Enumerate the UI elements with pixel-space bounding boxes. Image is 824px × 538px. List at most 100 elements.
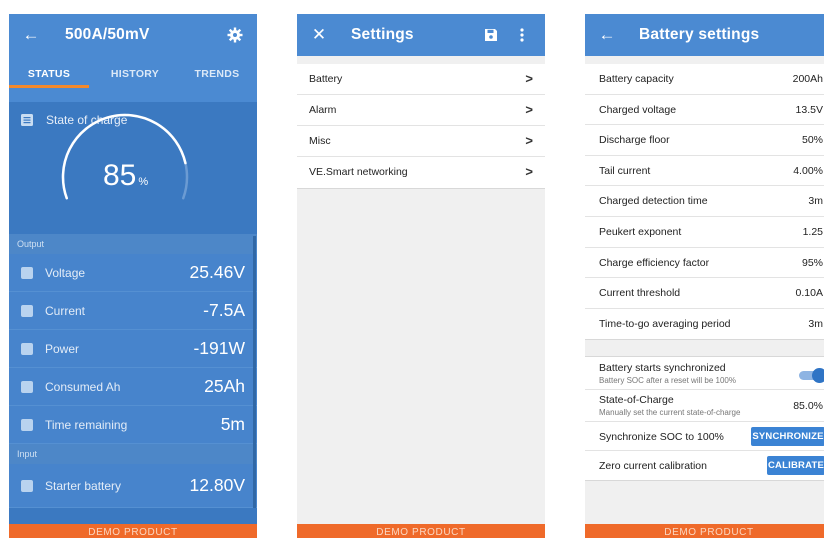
more-options-icon[interactable] <box>515 25 529 45</box>
setting-charged-voltage[interactable]: Charged voltage 13.5V <box>585 95 824 126</box>
row-value: -191W <box>193 338 245 358</box>
settings-list: Battery > Alarm > Misc > VE.Smart networ… <box>297 64 545 189</box>
battery-settings-title: Battery settings <box>639 26 760 43</box>
setting-discharge-floor[interactable]: Discharge floor 50% <box>585 125 824 156</box>
calibrate-button[interactable]: CALIBRATE <box>767 456 824 475</box>
save-icon[interactable] <box>481 25 501 45</box>
setting-value: 50% <box>801 134 823 147</box>
setting-label: Synchronize SOC to 100% <box>599 431 724 443</box>
back-arrow-icon[interactable]: ← <box>597 25 617 45</box>
setting-label: Current threshold <box>599 287 681 300</box>
setting-zero-current-calibration: Zero current calibration CALIBRATE <box>585 451 824 480</box>
input-row-starter-battery[interactable]: Starter battery 12.80V <box>9 464 257 508</box>
output-section-header: Output <box>9 234 257 254</box>
row-label: Power <box>45 342 80 356</box>
setting-synchronize-soc: Synchronize SOC to 100% SYNCHRONIZE <box>585 422 824 451</box>
gear-icon[interactable] <box>225 25 245 45</box>
settings-item-label: Misc <box>309 135 331 147</box>
setting-label: Charged detection time <box>599 195 708 208</box>
chevron-right-icon: > <box>525 71 533 86</box>
output-row-power[interactable]: Power -191W <box>9 330 257 368</box>
battery-settings-screen: ← Battery settings Battery capacity 200A… <box>585 14 824 538</box>
setting-state-of-charge[interactable]: State-of-Charge Manually set the current… <box>585 390 824 422</box>
row-value: 25Ah <box>204 376 245 396</box>
setting-value: 3m <box>808 317 823 330</box>
setting-label: State-of-Charge <box>599 394 674 406</box>
setting-charged-detection-time[interactable]: Charged detection time 3m <box>585 186 824 217</box>
demo-product-bar: DEMO PRODUCT <box>297 524 545 538</box>
settings-item-misc[interactable]: Misc > <box>297 126 545 157</box>
sync-toggle-knob[interactable] <box>812 368 824 383</box>
status-tabs: STATUS HISTORY TRENDS <box>9 64 257 96</box>
setting-label: Battery capacity <box>599 73 674 85</box>
settings-item-label: VE.Smart networking <box>309 166 408 178</box>
setting-charge-efficiency-factor[interactable]: Charge efficiency factor 95% <box>585 248 824 279</box>
tab-history[interactable]: HISTORY <box>107 64 163 84</box>
setting-value: 4.00% <box>793 164 823 177</box>
demo-product-bar: DEMO PRODUCT <box>585 524 824 538</box>
row-label: Starter battery <box>45 479 122 493</box>
back-arrow-icon[interactable]: ← <box>21 25 41 45</box>
row-label: Current <box>45 304 86 318</box>
synchronize-button[interactable]: SYNCHRONIZE <box>751 427 824 446</box>
setting-tail-current[interactable]: Tail current 4.00% <box>585 156 824 187</box>
setting-value: 85.0% <box>793 400 823 412</box>
settings-title: Settings <box>351 26 414 43</box>
setting-battery-capacity[interactable]: Battery capacity 200Ah <box>585 64 824 95</box>
output-row-current[interactable]: Current -7.5A <box>9 292 257 330</box>
setting-battery-starts-synchronized[interactable]: Battery starts synchronized Battery SOC … <box>585 357 824 390</box>
soc-value: 85% <box>103 159 148 193</box>
setting-label: Tail current <box>599 164 651 177</box>
scrollbar[interactable] <box>253 236 256 508</box>
settings-item-battery[interactable]: Battery > <box>297 64 545 95</box>
settings-item-label: Battery <box>309 73 343 85</box>
setting-value: 3m <box>808 195 823 208</box>
output-row-voltage[interactable]: Voltage 25.46V <box>9 254 257 292</box>
settings-item-alarm[interactable]: Alarm > <box>297 95 545 126</box>
soc-number: 85 <box>103 159 137 192</box>
setting-value: 13.5V <box>795 103 823 116</box>
row-value: 5m <box>220 414 245 434</box>
setting-label: Peukert exponent <box>599 225 682 238</box>
close-icon[interactable]: ✕ <box>309 25 329 45</box>
row-label: Consumed Ah <box>45 380 121 394</box>
row-value: 12.80V <box>189 475 245 495</box>
tab-status[interactable]: STATUS <box>23 64 75 84</box>
lightning-icon <box>21 267 33 279</box>
row-label: Voltage <box>45 266 86 280</box>
battery-actions-list: Battery starts synchronized Battery SOC … <box>585 356 824 481</box>
output-row-time-remaining[interactable]: Time remaining 5m <box>9 406 257 444</box>
settings-item-label: Alarm <box>309 104 337 116</box>
setting-value: 0.10A <box>795 287 823 300</box>
setting-value: 1.25 <box>802 225 823 238</box>
consumed-icon <box>21 381 33 393</box>
chevron-right-icon: > <box>525 102 533 117</box>
current-icon <box>21 305 33 317</box>
setting-current-threshold[interactable]: Current threshold 0.10A <box>585 278 824 309</box>
setting-value: 200Ah <box>792 73 823 85</box>
setting-time-to-go-averaging-period[interactable]: Time-to-go averaging period 3m <box>585 309 824 340</box>
row-value: -7.5A <box>203 300 245 320</box>
setting-label: Charged voltage <box>599 103 677 116</box>
settings-screen: ✕ Settings Battery > Alarm > Misc > VE.S… <box>297 14 545 538</box>
status-screen: ← 500A/50mV STATUS HISTORY TRENDS State … <box>9 14 257 538</box>
setting-label: Time-to-go averaging period <box>599 317 731 330</box>
chevron-right-icon: > <box>525 133 533 148</box>
settings-app-bar: ✕ Settings <box>297 14 545 56</box>
soc-unit: % <box>138 176 149 188</box>
row-label: Time remaining <box>45 418 128 432</box>
settings-item-ve-smart-networking[interactable]: VE.Smart networking > <box>297 157 545 188</box>
setting-label: Battery starts synchronized <box>599 362 726 374</box>
setting-label: Charge efficiency factor <box>599 256 710 269</box>
tab-trends[interactable]: TRENDS <box>189 64 245 84</box>
setting-peukert-exponent[interactable]: Peukert exponent 1.25 <box>585 217 824 248</box>
demo-product-bar: DEMO PRODUCT <box>9 524 257 538</box>
setting-label: Discharge floor <box>599 134 670 147</box>
output-row-consumed-ah[interactable]: Consumed Ah 25Ah <box>9 368 257 406</box>
device-title: 500A/50mV <box>65 26 150 43</box>
battery-settings-list: Battery capacity 200Ah Charged voltage 1… <box>585 64 824 341</box>
setting-label: Zero current calibration <box>599 460 707 472</box>
setting-sublabel: Manually set the current state-of-charge <box>599 408 741 417</box>
clock-icon <box>21 419 33 431</box>
battery-icon <box>21 480 33 492</box>
